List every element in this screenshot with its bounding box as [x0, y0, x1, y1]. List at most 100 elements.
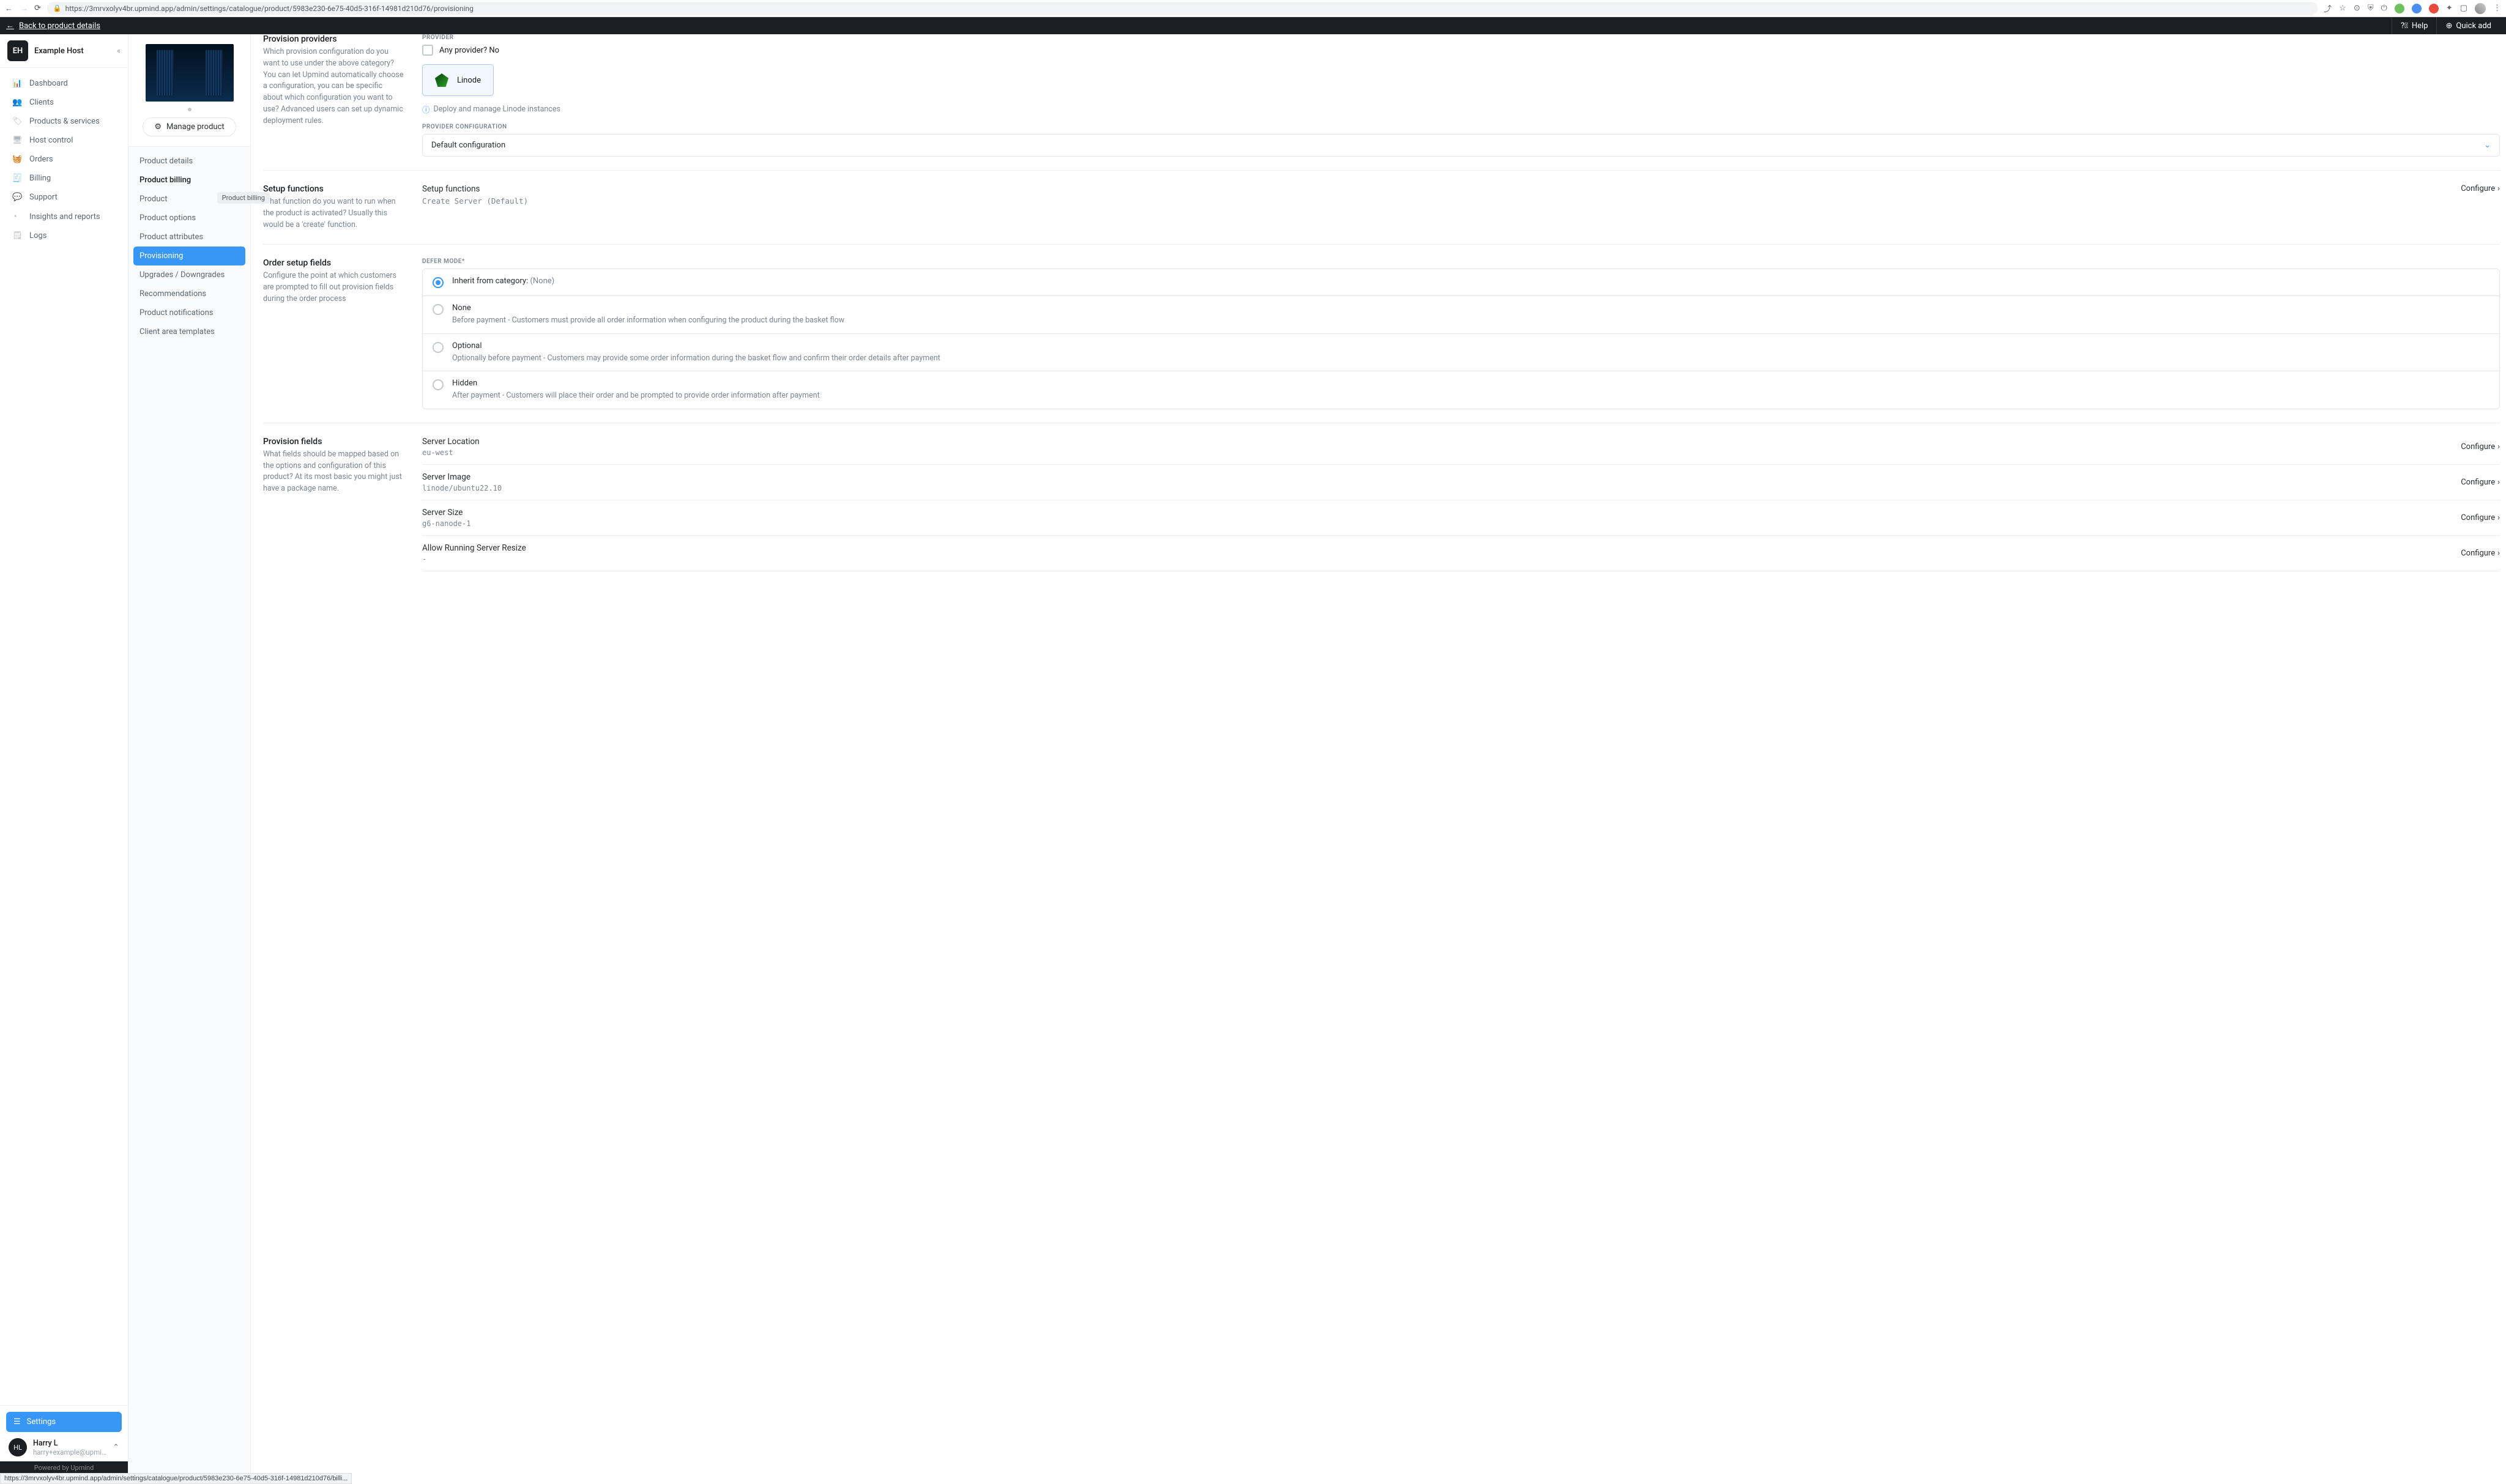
- profile-avatar[interactable]: [2475, 3, 2486, 14]
- plus-circle-icon: ⊕: [2445, 21, 2452, 31]
- field-value: linode/ubuntu22.10: [422, 484, 502, 492]
- settings-button[interactable]: ☰ Settings: [6, 1412, 122, 1432]
- defer-option-none[interactable]: NoneBefore payment - Customers must prov…: [423, 296, 2499, 334]
- field-value: g6-nanode-1: [422, 519, 470, 528]
- puzzle-icon[interactable]: ✦: [2446, 4, 2453, 13]
- sidebar-item-clients[interactable]: 👥Clients: [0, 93, 128, 112]
- provider-linode[interactable]: Linode: [422, 64, 494, 96]
- back-icon[interactable]: ←: [5, 4, 13, 13]
- section-order-setup: Order setup fields Configure the point a…: [263, 245, 2500, 423]
- product-nav-product[interactable]: ProductProduct billing: [133, 190, 245, 209]
- url-bar[interactable]: 🔒 https://3mrvxolyv4br.upmind.app/admin/…: [47, 2, 2318, 15]
- radio-sublabel: After payment - Customers will place the…: [452, 390, 820, 401]
- configure-field[interactable]: Configure›: [2461, 513, 2500, 522]
- quick-add-button[interactable]: ⊕ Quick add: [2436, 17, 2500, 34]
- field-value: eu-west: [422, 448, 480, 457]
- linode-logo-icon: [435, 73, 448, 87]
- ext-blue-icon[interactable]: [2412, 4, 2422, 13]
- field-label: Server Image: [422, 472, 502, 482]
- product-panel: ⚙ Manage product Product detailsProduct …: [128, 34, 251, 1474]
- product-nav-options[interactable]: Product options: [133, 209, 245, 228]
- product-nav-templates[interactable]: Client area templates: [133, 322, 245, 341]
- defer-option-inherit[interactable]: Inherit from category: (None): [423, 269, 2499, 296]
- sidebar-item-label: Orders: [29, 155, 53, 164]
- sidebar-item-orders[interactable]: 🧺 Orders: [0, 150, 128, 169]
- defer-option-hidden[interactable]: HiddenAfter payment - Customers will pla…: [423, 371, 2499, 409]
- panel-icon[interactable]: ▢: [2460, 4, 2467, 13]
- chevron-right-icon: ›: [2497, 478, 2500, 487]
- product-nav-billing[interactable]: Product billing: [133, 171, 245, 190]
- configure-label: Configure: [2461, 184, 2495, 193]
- forward-icon: →: [20, 4, 28, 13]
- configure-field[interactable]: Configure›: [2461, 442, 2500, 451]
- ext-green-icon[interactable]: [2395, 4, 2404, 13]
- main-content: Provision providers Which provision conf…: [251, 34, 2506, 1474]
- chevron-up-icon: ⌃: [113, 1443, 119, 1452]
- setup-functions-label: Setup functions: [422, 184, 528, 194]
- app-topbar: ← Back to product details ?⃝ Help ⊕ Quic…: [0, 17, 2506, 34]
- field-label: Server Size: [422, 508, 470, 518]
- dashboard-icon: 📊: [12, 79, 22, 88]
- bookmark-icon[interactable]: ☆: [2339, 4, 2346, 13]
- brand-logo: EH: [7, 40, 28, 61]
- collapse-sidebar-icon[interactable]: «: [117, 46, 121, 56]
- logs-icon: 🗒: [12, 231, 22, 240]
- sidebar-item-host-control[interactable]: 🖥Host control: [0, 131, 128, 150]
- configure-field[interactable]: Configure›: [2461, 478, 2500, 487]
- carousel-dot[interactable]: [188, 108, 191, 111]
- radio-label: None: [452, 303, 844, 313]
- product-nav-provisioning[interactable]: Provisioning: [133, 247, 245, 265]
- main-nav: 📊Dashboard👥Clients🏷Products & services🖥H…: [0, 68, 128, 1405]
- reload-icon[interactable]: ⟳: [34, 4, 41, 13]
- sidebar-item-dashboard[interactable]: 📊Dashboard: [0, 74, 128, 93]
- sidebar-item-billing[interactable]: 🧾Billing: [0, 169, 128, 188]
- back-label: Back to product details: [19, 21, 100, 31]
- sidebar-item-label: Support: [29, 193, 58, 202]
- menu-icon[interactable]: ⋮: [2493, 4, 2501, 13]
- ext-red-icon[interactable]: [2429, 4, 2439, 13]
- help-button[interactable]: ?⃝ Help: [2392, 17, 2437, 34]
- product-nav-upgrades[interactable]: Upgrades / Downgrades: [133, 265, 245, 284]
- user-avatar: HL: [9, 1438, 27, 1456]
- orders-icon: 🧺: [12, 155, 22, 164]
- back-to-product[interactable]: ← Back to product details: [6, 21, 100, 31]
- support-icon: 💬: [12, 193, 22, 202]
- sidebar-item-logs[interactable]: 🗒 Logs: [0, 226, 128, 245]
- field-label: Server Location: [422, 437, 480, 447]
- field-label: Allow Running Server Resize: [422, 543, 526, 553]
- sidebar-item-label: Products & services: [29, 117, 100, 126]
- product-nav-details[interactable]: Product details: [133, 152, 245, 171]
- url-text: https://3mrvxolyv4br.upmind.app/admin/se…: [65, 4, 474, 13]
- configure-functions[interactable]: Configure ›: [2461, 184, 2500, 193]
- lock-icon: 🔒: [53, 4, 62, 12]
- product-nav-recommendations[interactable]: Recommendations: [133, 284, 245, 303]
- sidebar-item-support[interactable]: 💬 Support: [0, 188, 128, 207]
- share-icon[interactable]: ⤴: [2324, 2, 2332, 14]
- sidebar-item-insights[interactable]: ◔Insights and reports: [0, 207, 128, 226]
- product-image: [146, 44, 234, 102]
- sidebar-item-products[interactable]: 🏷Products & services: [0, 112, 128, 131]
- shield-icon[interactable]: ⛨: [2368, 4, 2374, 13]
- ext-icon[interactable]: ⊙: [2354, 4, 2360, 13]
- section-desc: What fields should be mapped based on th…: [263, 449, 404, 495]
- section-title: Provision providers: [263, 34, 404, 44]
- configure-field[interactable]: Configure›: [2461, 549, 2500, 558]
- any-provider-checkbox[interactable]: [422, 45, 433, 56]
- radio-icon: [433, 342, 444, 353]
- radio-label: Optional: [452, 341, 940, 351]
- defer-option-optional[interactable]: OptionalOptionally before payment - Cust…: [423, 334, 2499, 372]
- field-value: -: [422, 555, 526, 563]
- configure-label: Configure: [2461, 442, 2495, 451]
- user-menu[interactable]: HL Harry L harry+example@upmind.... ⌃: [6, 1432, 122, 1456]
- product-nav-attributes[interactable]: Product attributes: [133, 228, 245, 247]
- product-nav-notifications[interactable]: Product notifications: [133, 303, 245, 322]
- sidebar-item-label: Logs: [29, 231, 46, 240]
- section-desc: Which provision configuration do you wan…: [263, 46, 404, 127]
- manage-product-button[interactable]: ⚙ Manage product: [143, 117, 236, 136]
- sidebar-item-label: Billing: [29, 174, 51, 183]
- left-rail: EH Example Host « 📊Dashboard👥Clients🏷Pro…: [0, 34, 128, 1474]
- power-icon[interactable]: ⏻: [2381, 4, 2387, 13]
- provision-field-row: Allow Running Server Resize - Configure›: [422, 536, 2500, 571]
- provider-config-select[interactable]: Default configuration ⌄: [422, 134, 2500, 157]
- sidebar-item-label: Insights and reports: [29, 212, 100, 221]
